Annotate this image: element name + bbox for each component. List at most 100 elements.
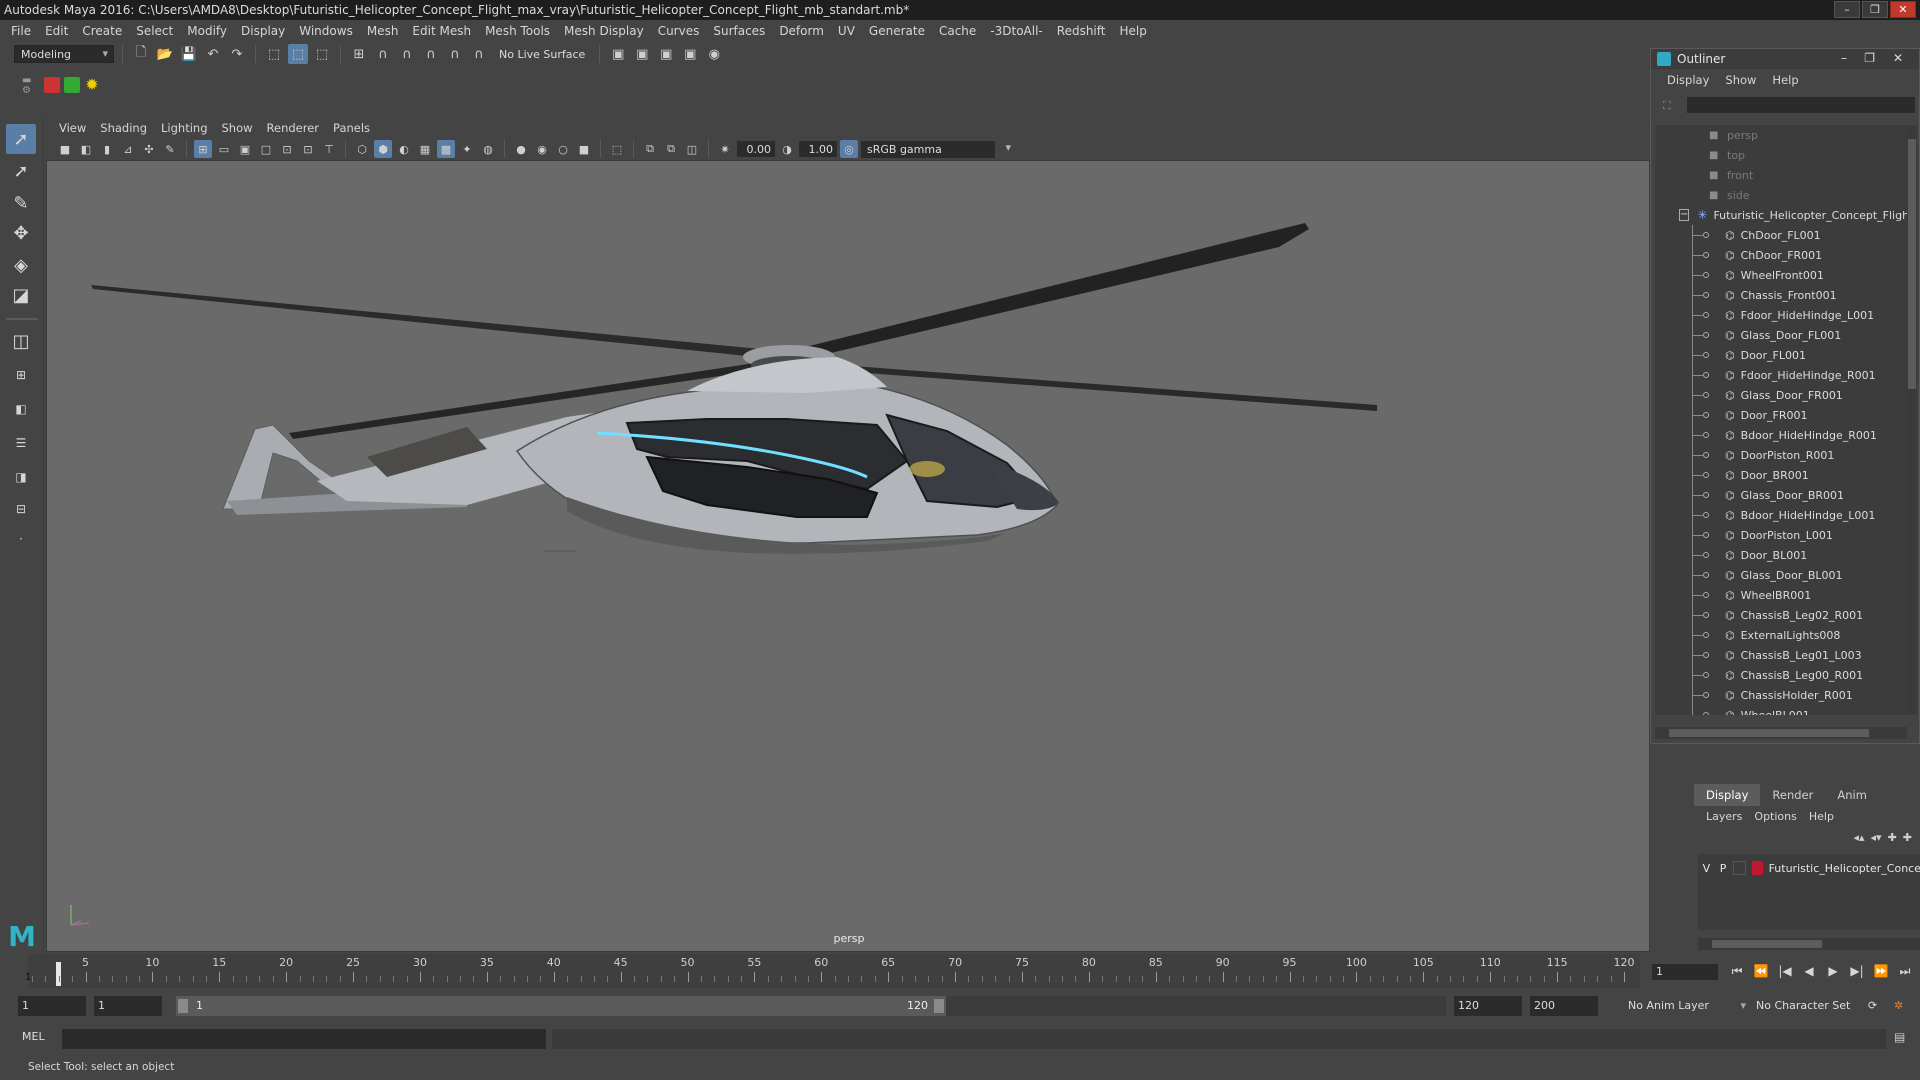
outliner-close-button[interactable]: ✕	[1893, 51, 1903, 65]
preferences-icon[interactable]: ✲	[1888, 996, 1912, 1016]
make-live-icon[interactable]: ∩	[469, 44, 489, 64]
current-frame-marker[interactable]	[56, 962, 61, 986]
paint-select-tool-icon[interactable]: ✎	[6, 188, 36, 218]
menu-select[interactable]: Select	[129, 24, 180, 38]
outliner-group-item[interactable]: − ✳ Futuristic_Helicopter_Concept_Flight	[1655, 205, 1907, 225]
outliner-mesh-item[interactable]: ⌬ Door_FR001	[1655, 405, 1907, 425]
render-view-icon[interactable]: ▣	[680, 44, 700, 64]
snap-point-icon[interactable]: ∩	[397, 44, 417, 64]
outliner-camera-item[interactable]: ■ persp	[1655, 125, 1907, 145]
range-end-handle[interactable]	[934, 999, 944, 1013]
outliner-mesh-item[interactable]: ⌬ Glass_Door_BL001	[1655, 565, 1907, 585]
outliner-mesh-item[interactable]: ⌬ Door_BL001	[1655, 545, 1907, 565]
menu-3dtoall[interactable]: -3DtoAll-	[983, 24, 1049, 38]
menu-help[interactable]: Help	[1112, 24, 1153, 38]
animation-start-field[interactable]: 1	[18, 996, 86, 1016]
xray-icon[interactable]: ■	[575, 140, 593, 158]
outliner-mesh-item[interactable]: ⌬ Fdoor_HideHindge_R001	[1655, 365, 1907, 385]
undo-icon[interactable]: ↶	[203, 44, 223, 64]
menu-generate[interactable]: Generate	[862, 24, 932, 38]
outliner-mesh-item[interactable]: ⌬ ChDoor_FR001	[1655, 245, 1907, 265]
outliner-mesh-item[interactable]: ⌬ Bdoor_HideHindge_L001	[1655, 505, 1907, 525]
red-close-icon[interactable]	[44, 77, 60, 93]
exposure-field[interactable]: 0.00	[737, 141, 775, 157]
outliner-layout-icon[interactable]: ☰	[6, 432, 36, 454]
new-layer-from-selected-icon[interactable]: ✚	[1903, 831, 1912, 844]
move-layer-up-icon[interactable]: ◂▴	[1853, 831, 1864, 844]
menu-uv[interactable]: UV	[831, 24, 862, 38]
select-object-icon[interactable]: ⬚	[288, 44, 308, 64]
scale-tool-icon[interactable]: ◪	[6, 280, 36, 310]
hypershade-layout-icon[interactable]: ⊟	[6, 498, 36, 520]
viewport-menu-renderer[interactable]: Renderer	[260, 121, 327, 135]
single-perspective-layout-icon[interactable]: ◫	[6, 326, 36, 356]
camera-icon[interactable]: ■	[56, 140, 74, 158]
outliner-mesh-item[interactable]: ⌬ WheelFront001	[1655, 265, 1907, 285]
snap-live-icon[interactable]: ∩	[445, 44, 465, 64]
ipr-render-icon[interactable]: ▣	[656, 44, 676, 64]
live-surface-field[interactable]: No Live Surface	[493, 48, 591, 61]
layer-display-type-toggle[interactable]	[1733, 861, 1746, 875]
move-tool-icon[interactable]: ✥	[6, 218, 36, 248]
outliner-camera-item[interactable]: ■ side	[1655, 185, 1907, 205]
select-component-icon[interactable]: ⬚	[312, 44, 332, 64]
more-layouts-icon[interactable]: ·	[6, 528, 36, 550]
playback-start-field[interactable]: 1	[94, 996, 162, 1016]
sun-light-icon[interactable]: ✹	[84, 77, 100, 93]
redo-icon[interactable]: ↷	[227, 44, 247, 64]
exposure-icon[interactable]: ✷	[716, 140, 734, 158]
outliner-mesh-item[interactable]: ⌬ ChassisB_Leg02_R001	[1655, 605, 1907, 625]
rotate-tool-icon[interactable]: ◈	[6, 250, 36, 280]
tab-render[interactable]: Render	[1760, 784, 1825, 806]
snap-curve-icon[interactable]: ∩	[373, 44, 393, 64]
outliner-maximize-button[interactable]: ❐	[1864, 51, 1875, 65]
perspective-viewport[interactable]: persp	[46, 160, 1650, 952]
bookmark-icon[interactable]: ▮	[98, 140, 116, 158]
viewport-menu-lighting[interactable]: Lighting	[154, 121, 214, 135]
field-chart-icon[interactable]: ⊡	[278, 140, 296, 158]
scrollbar-thumb[interactable]	[1908, 139, 1916, 389]
shadows-icon[interactable]: ✦	[458, 140, 476, 158]
viewport-menu-show[interactable]: Show	[215, 121, 260, 135]
render-frame-icon[interactable]: ▣	[632, 44, 652, 64]
range-start-handle[interactable]	[178, 999, 188, 1013]
layer-horizontal-scrollbar[interactable]	[1698, 938, 1920, 950]
outliner-mesh-item[interactable]: ⌬ Chassis_Front001	[1655, 285, 1907, 305]
new-layer-icon[interactable]: ✚	[1888, 831, 1897, 844]
layer-row[interactable]: V P Futuristic_Helicopter_Concept_Flight	[1698, 858, 1920, 878]
outliner-menu-display[interactable]: Display	[1659, 73, 1717, 87]
outliner-mesh-item[interactable]: ⌬ WheelBL001	[1655, 705, 1907, 715]
menu-modify[interactable]: Modify	[180, 24, 234, 38]
ambient-occlusion-icon[interactable]: ◍	[479, 140, 497, 158]
menu-set-dropdown[interactable]: Modeling	[14, 45, 114, 63]
render-settings-icon[interactable]: ▣	[608, 44, 628, 64]
command-input[interactable]	[62, 1029, 546, 1049]
menu-create[interactable]: Create	[75, 24, 129, 38]
outliner-camera-item[interactable]: ■ top	[1655, 145, 1907, 165]
tab-anim[interactable]: Anim	[1825, 784, 1879, 806]
go-to-end-icon[interactable]: ⏭	[1896, 964, 1914, 980]
viewport-menu-panels[interactable]: Panels	[326, 121, 377, 135]
anim-layer-dropdown[interactable]: No Anim Layer	[1622, 996, 1746, 1016]
character-set-dropdown[interactable]: No Character Set	[1750, 996, 1870, 1016]
collapse-icon[interactable]: −	[1679, 209, 1690, 221]
layer-name[interactable]: Futuristic_Helicopter_Concept_Flight	[1769, 862, 1920, 875]
outliner-mesh-item[interactable]: ⌬ Door_FL001	[1655, 345, 1907, 365]
view-transform-dropdown[interactable]: sRGB gamma	[861, 140, 1011, 158]
viewport-menu-shading[interactable]: Shading	[93, 121, 154, 135]
isolate-select-icon[interactable]: ⬚	[608, 140, 626, 158]
outliner-search-input[interactable]	[1687, 97, 1915, 113]
play-backwards-icon[interactable]: ◀	[1800, 964, 1818, 980]
tab-display[interactable]: Display	[1694, 784, 1761, 806]
outliner-mesh-item[interactable]: ⌬ ChDoor_FL001	[1655, 225, 1907, 245]
outliner-mesh-item[interactable]: ⌬ Door_BR001	[1655, 465, 1907, 485]
grid-icon[interactable]: ⊞	[194, 140, 212, 158]
xray-joints-icon[interactable]: ⧉	[641, 140, 659, 158]
wireframe-icon[interactable]: ⬡	[353, 140, 371, 158]
film-gate-icon[interactable]: ▭	[215, 140, 233, 158]
2d-pan-icon[interactable]: ✣	[140, 140, 158, 158]
outliner-mesh-item[interactable]: ⌬ DoorPiston_L001	[1655, 525, 1907, 545]
go-to-start-icon[interactable]: ⏮	[1728, 964, 1746, 980]
menu-windows[interactable]: Windows	[292, 24, 360, 38]
menu-curves[interactable]: Curves	[651, 24, 707, 38]
